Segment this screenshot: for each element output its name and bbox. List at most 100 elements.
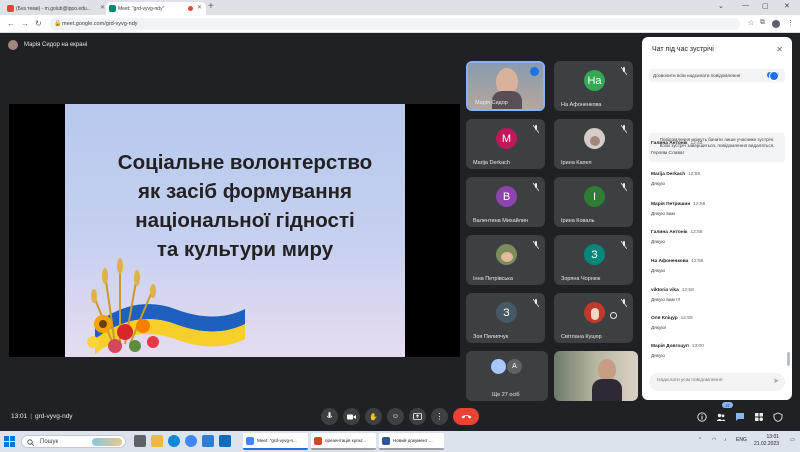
- wheat-flowers-illustration: [87, 258, 245, 354]
- new-tab-button[interactable]: +: [208, 1, 214, 12]
- language-indicator[interactable]: ENG: [736, 437, 747, 443]
- more-participants-tile[interactable]: A Ще 27 осіб: [466, 351, 548, 401]
- participant-tile[interactable]: З Зоряна Чорнюк: [554, 235, 633, 285]
- chat-panel: Чат під час зустрічі ✕ Дозволити всім на…: [642, 37, 792, 400]
- mail-icon[interactable]: [219, 435, 231, 447]
- self-view-tile[interactable]: [554, 351, 638, 401]
- mic-off-icon: [533, 299, 539, 307]
- task-view-icon[interactable]: [134, 435, 146, 447]
- participant-name: Marija Derkach: [473, 160, 510, 166]
- forward-icon[interactable]: →: [21, 19, 29, 28]
- allow-messages-setting: Дозволити всім надсилати повідомлення: [649, 69, 785, 82]
- allow-messages-toggle[interactable]: [767, 71, 779, 81]
- toggle-label: Дозволити всім надсилати повідомлення: [653, 73, 741, 78]
- clock-date: 21.02.2023: [754, 441, 780, 447]
- mic-button[interactable]: [321, 408, 338, 425]
- volume-icon[interactable]: ♪: [724, 437, 727, 443]
- mic-off-icon: [621, 125, 627, 133]
- browser-tab-strip: (Без теми) - m.golub@ippo.edu... ✕ Meet:…: [0, 0, 800, 15]
- mic-off-icon: [621, 183, 627, 191]
- store-icon[interactable]: [202, 435, 214, 447]
- minimize-icon[interactable]: —: [742, 2, 749, 9]
- more-options-icon[interactable]: [610, 312, 617, 319]
- powerpoint-icon: [314, 437, 322, 445]
- mic-off-icon: [621, 67, 627, 75]
- message-text: Дякую: [651, 240, 665, 245]
- participant-count-badge: 37: [722, 402, 733, 408]
- edge-icon[interactable]: [168, 435, 180, 447]
- tab-search-icon[interactable]: ⌄: [718, 2, 724, 10]
- maximize-icon[interactable]: ▢: [762, 2, 769, 10]
- activities-icon[interactable]: [754, 412, 764, 422]
- photo-face: [500, 251, 513, 262]
- chat-message: Оля Кліцур 12:59 Дякую!: [651, 316, 781, 331]
- taskbar-app-word[interactable]: Новий документ ...: [379, 433, 444, 450]
- end-call-icon: [461, 415, 471, 419]
- chat-icon[interactable]: [735, 412, 745, 422]
- windows-start-icon[interactable]: [4, 436, 15, 447]
- present-screen-icon: [413, 413, 422, 420]
- send-icon[interactable]: ➤: [773, 377, 779, 385]
- back-icon[interactable]: ←: [7, 19, 15, 28]
- participant-tile[interactable]: Марія Сидор: [466, 61, 545, 111]
- url-field[interactable]: 🔒 meet.google.com/grd-vyvg-ndy: [50, 18, 740, 30]
- message-text: Героям Слава!: [651, 151, 684, 156]
- reload-icon[interactable]: ↻: [35, 19, 42, 28]
- more-vert-icon: ⋮: [435, 412, 444, 421]
- network-icon[interactable]: ◠: [712, 437, 716, 443]
- participant-tile[interactable]: В Валентина Михайлин: [466, 177, 545, 227]
- tab-meet[interactable]: Meet: "grd-vyvg-ndy" ✕: [106, 2, 206, 15]
- url-text: meet.google.com/grd-vyvg-ndy: [62, 21, 138, 27]
- reactions-button[interactable]: ☺: [387, 408, 404, 425]
- notifications-icon[interactable]: ▭: [790, 437, 795, 443]
- chat-input[interactable]: [657, 378, 767, 383]
- close-icon[interactable]: ✕: [776, 45, 783, 54]
- people-icon[interactable]: [716, 412, 726, 422]
- chat-scrollbar[interactable]: [787, 352, 790, 366]
- mic-icon: [326, 412, 333, 418]
- message-text: Дякую: [651, 182, 665, 187]
- close-window-icon[interactable]: ✕: [784, 2, 790, 10]
- participant-tile[interactable]: Інна Петрівська: [466, 235, 545, 285]
- chrome-icon[interactable]: [185, 435, 197, 447]
- taskbar-app-meet[interactable]: Meet: "grd-vyvg-n...: [243, 433, 308, 450]
- taskbar-app-powerpoint[interactable]: презентація культ...: [311, 433, 376, 450]
- participant-tile[interactable]: На На Афоненкова: [554, 61, 633, 111]
- participant-name: Ірина Коваль: [561, 218, 595, 224]
- taskbar-clock[interactable]: 13:01 21.02.2023: [754, 434, 779, 448]
- slide-line: національної гідності: [135, 209, 355, 232]
- message-sender: Галина Антонік: [651, 141, 688, 146]
- info-icon[interactable]: [697, 412, 707, 422]
- present-button[interactable]: [409, 408, 426, 425]
- tab-gmail[interactable]: (Без теми) - m.golub@ippo.edu... ✕: [4, 2, 109, 15]
- camera-button[interactable]: [343, 408, 360, 425]
- bookmark-icon[interactable]: ☆: [748, 19, 754, 27]
- participant-tile[interactable]: І Ірина Коваль: [554, 177, 633, 227]
- file-explorer-icon[interactable]: [151, 435, 163, 447]
- leave-call-button[interactable]: [453, 408, 479, 425]
- tray-expand-icon[interactable]: ⌃: [698, 437, 702, 443]
- more-options-button[interactable]: ⋮: [431, 408, 448, 425]
- close-icon[interactable]: ✕: [100, 4, 105, 11]
- avatar: M: [496, 128, 517, 149]
- extensions-icon[interactable]: ⧉: [760, 19, 765, 27]
- app-title: презентація культ...: [325, 438, 367, 443]
- host-controls-icon[interactable]: [773, 412, 783, 422]
- profile-avatar[interactable]: [772, 20, 780, 28]
- message-sender: На Афоненкова: [651, 259, 689, 264]
- message-time: 12:58: [688, 172, 701, 177]
- close-icon[interactable]: ✕: [197, 4, 202, 11]
- menu-icon[interactable]: ⋮: [787, 19, 794, 27]
- taskbar-search[interactable]: Пошук: [21, 435, 126, 448]
- participant-tile[interactable]: Ірина Капел: [554, 119, 633, 169]
- participant-tile[interactable]: Світлана Куцюр: [554, 293, 633, 343]
- participant-tile[interactable]: M Marija Derkach: [466, 119, 545, 169]
- raise-hand-button[interactable]: ✋: [365, 408, 382, 425]
- mic-off-icon: [533, 241, 539, 249]
- message-time: 12:43: [690, 141, 703, 146]
- participant-tile[interactable]: З Зоя Пилипчук: [466, 293, 545, 343]
- message-sender: Галина Антонік: [651, 230, 688, 235]
- shared-screen: Соціальне волонтерство як засіб формуван…: [9, 104, 460, 357]
- avatar: На: [584, 70, 605, 91]
- presenter-text: Марія Сидор на екрані: [24, 42, 88, 48]
